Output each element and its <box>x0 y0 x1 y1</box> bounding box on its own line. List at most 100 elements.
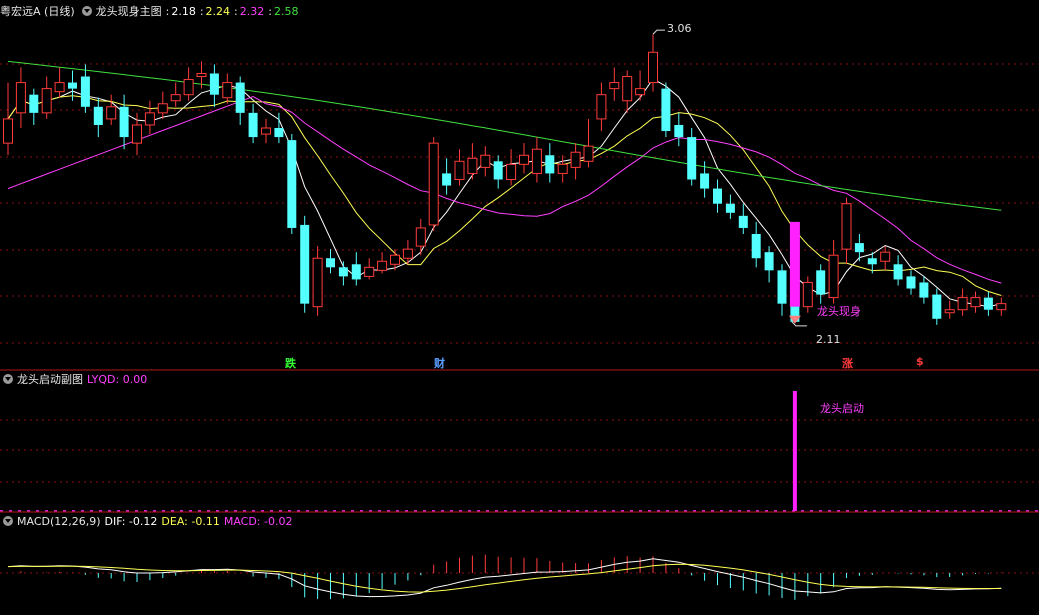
candle-body <box>751 234 761 259</box>
candle-body <box>674 124 684 138</box>
candle-body <box>635 88 646 96</box>
candle-body <box>687 137 697 180</box>
lyqd-bar <box>792 391 797 511</box>
candle-body <box>596 94 607 120</box>
candle-body <box>402 248 413 259</box>
candle-body <box>132 124 142 144</box>
high-price-label: 3.06 <box>667 22 692 35</box>
candle-body <box>274 128 284 138</box>
candle-body <box>648 51 658 84</box>
candle-body <box>209 73 219 95</box>
candle-body <box>183 79 194 96</box>
dropdown-icon[interactable] <box>81 6 92 16</box>
moving-average-lines <box>7 60 1002 308</box>
candle-body <box>557 163 568 174</box>
marker-down[interactable]: 跌 <box>285 355 296 371</box>
candle-body <box>570 151 581 168</box>
candle-body <box>467 157 478 174</box>
candle-body <box>893 264 903 280</box>
dropdown-icon[interactable] <box>3 374 13 384</box>
ma20-line <box>7 95 1002 284</box>
ma1-value: 2.18 <box>171 5 196 18</box>
candle-body <box>287 140 297 228</box>
candle-body <box>944 309 955 314</box>
candle-body <box>196 72 207 78</box>
sub-panel-2-title[interactable]: MACD(12,26,9) <box>17 515 101 528</box>
marker-up[interactable]: 涨 <box>842 355 853 371</box>
candle-body <box>93 106 103 125</box>
candle-body <box>802 281 813 308</box>
candle-body <box>235 82 245 113</box>
candle-body <box>454 160 465 180</box>
candle-body <box>364 266 375 277</box>
candle-body <box>80 76 90 107</box>
candle-body <box>480 154 491 168</box>
candle-body <box>970 297 981 308</box>
dea-value: DEA: -0.11 <box>161 515 220 528</box>
candle-body <box>531 148 542 174</box>
candle-body <box>519 154 529 165</box>
candle-body <box>3 118 13 144</box>
candle-body <box>222 82 233 99</box>
candle-body <box>338 267 348 277</box>
candle-body <box>119 106 129 138</box>
candle-body <box>493 161 503 180</box>
grid-lines <box>0 63 1039 574</box>
indicator-name[interactable]: 龙头现身主图 <box>96 5 162 18</box>
marker-finance[interactable]: 财 <box>434 355 445 371</box>
candle-body <box>983 297 993 310</box>
candle-body <box>957 297 968 311</box>
low-price-label: 2.11 <box>816 333 841 346</box>
candle-body <box>725 203 735 213</box>
candle-body <box>144 112 155 126</box>
candle-body <box>351 264 361 280</box>
candle-body <box>157 103 168 114</box>
ma3-value: 2.32 <box>239 5 265 18</box>
sub-panel-1-title[interactable]: 龙头启动副图 <box>17 373 83 386</box>
high-leader <box>652 29 665 35</box>
candle-body <box>29 94 39 113</box>
marker-dollar[interactable]: $ <box>916 355 924 368</box>
candle-body <box>54 82 65 93</box>
dif-value: DIF: -0.12 <box>104 515 158 528</box>
candle-body <box>106 106 117 120</box>
candle-body <box>609 82 620 90</box>
panel-borders <box>0 369 1039 513</box>
candle-body <box>777 270 787 304</box>
candle-body <box>867 258 877 265</box>
dropdown-icon[interactable] <box>3 516 13 526</box>
stock-name: 粤宏远A (日线) <box>0 5 75 18</box>
ma60-line <box>7 60 1002 211</box>
candle-body <box>506 163 517 180</box>
candle-body <box>738 215 748 228</box>
ma4-value: 2.58 <box>273 5 299 18</box>
dif-line <box>7 558 1002 598</box>
lyqd-signal <box>792 391 797 511</box>
candle-body <box>312 257 323 308</box>
candle-body <box>919 282 929 298</box>
candle-body <box>713 188 722 204</box>
candle-body <box>68 82 77 89</box>
macd-histogram <box>20 554 1002 600</box>
candle-body <box>248 112 258 138</box>
macd-value: MACD: -0.02 <box>223 515 293 528</box>
candle-body <box>300 224 310 304</box>
candle-body <box>170 94 181 102</box>
sub-signal-label: 龙头启动 <box>820 402 864 415</box>
candle-body <box>622 76 633 102</box>
candle-body <box>545 155 555 174</box>
macd-lines <box>7 558 1002 598</box>
candle-body <box>377 260 388 271</box>
signal-candle <box>789 221 800 307</box>
candle-body <box>326 258 335 268</box>
candle-body <box>764 252 774 271</box>
ma2-value: 2.24 <box>205 5 231 18</box>
main-panel-header: 粤宏远A (日线) 龙头现身主图:2.18:2.24:2.32:2.58 <box>0 5 299 18</box>
candle-body <box>996 303 1007 311</box>
candle-body <box>661 88 671 132</box>
lyqd-value: LYQD: 0.00 <box>87 373 148 386</box>
candle-body <box>906 276 916 289</box>
candle-body <box>583 145 594 162</box>
candle-body <box>700 173 710 189</box>
candle-body <box>261 127 271 135</box>
